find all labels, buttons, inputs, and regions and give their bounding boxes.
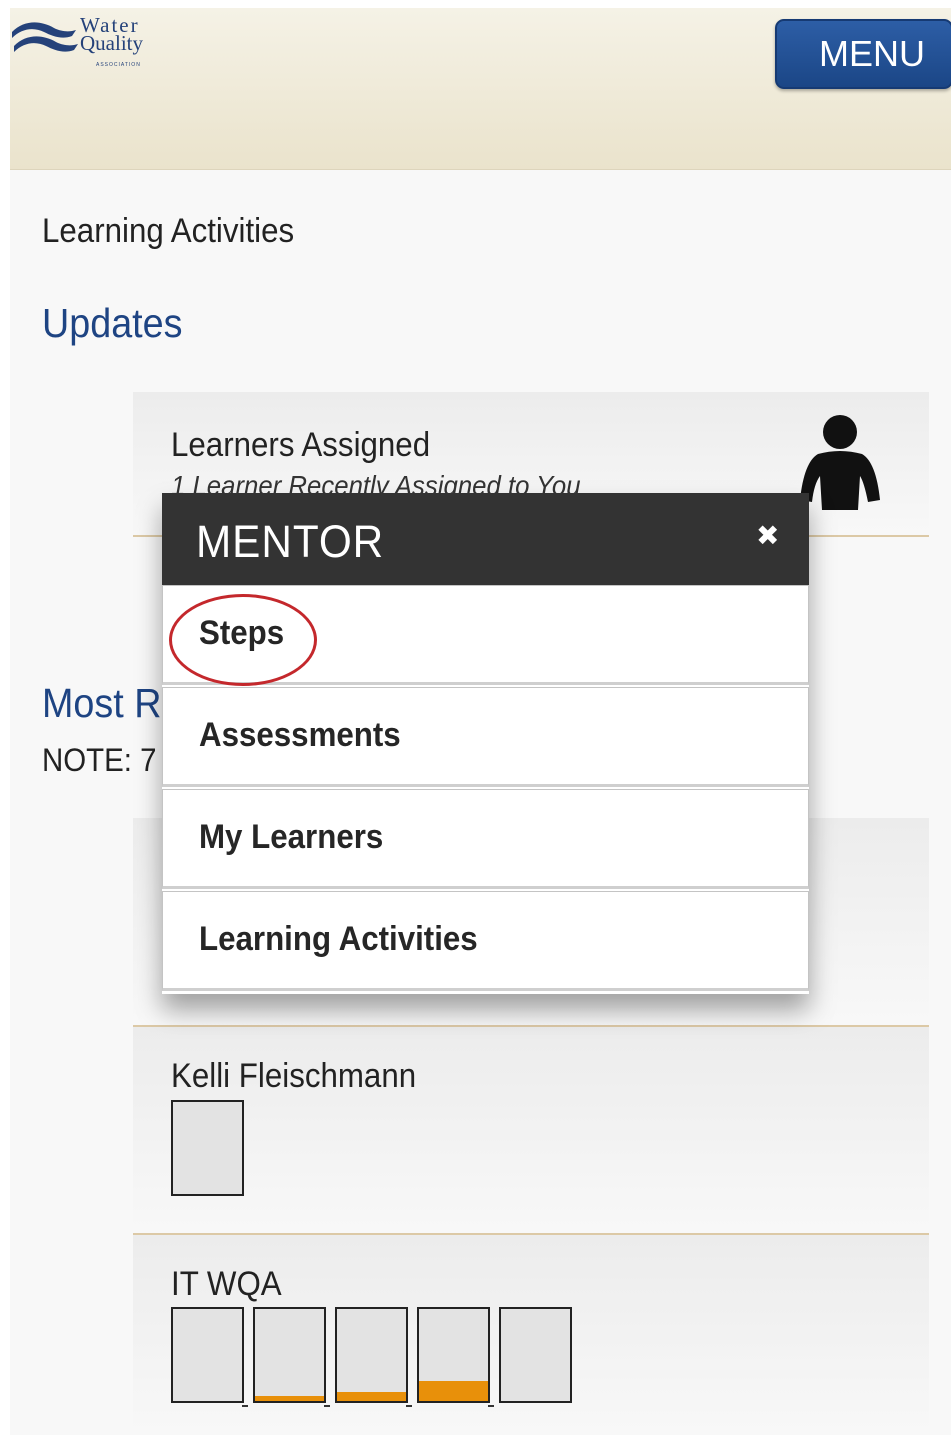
- most-recent-note: NOTE: 7: [42, 742, 157, 778]
- logo[interactable]: Water Quality ASSOCIATION: [10, 14, 160, 69]
- mentor-modal: MENTOR ✖ Steps Assessments My Learners L…: [162, 493, 809, 994]
- learner-name: Kelli Fleischmann: [171, 1057, 417, 1095]
- header: Water Quality ASSOCIATION MENU: [10, 8, 951, 170]
- learner-card[interactable]: Kelli Fleischmann: [133, 1027, 929, 1235]
- step-progress-fill: [419, 1380, 488, 1401]
- step-progress-box[interactable]: [171, 1100, 244, 1196]
- modal-title: MENTOR: [196, 516, 385, 567]
- menu-item-label: Learning Activities: [199, 920, 478, 958]
- logo-line-2: Quality: [80, 31, 143, 55]
- page-title: Learning Activities: [42, 212, 295, 250]
- close-icon[interactable]: ✖: [756, 521, 779, 551]
- logo-wordmark: Water Quality ASSOCIATION: [80, 15, 143, 69]
- person-icon: [800, 415, 880, 510]
- learner-card[interactable]: IT WQA: [133, 1235, 929, 1435]
- menu-item-learning-activities[interactable]: Learning Activities: [162, 891, 809, 991]
- menu-item-assessments[interactable]: Assessments: [162, 687, 809, 787]
- step-progress-box[interactable]: [417, 1307, 494, 1407]
- modal-header: MENTOR ✖: [162, 493, 809, 585]
- page: Water Quality ASSOCIATION MENU Learning …: [10, 8, 951, 1435]
- menu-button[interactable]: MENU: [775, 19, 951, 89]
- menu-item-my-learners[interactable]: My Learners: [162, 789, 809, 889]
- menu-item-label: Assessments: [199, 716, 401, 754]
- learner-steps: [171, 1100, 244, 1196]
- step-progress-box[interactable]: [335, 1307, 412, 1407]
- updates-heading: Updates: [42, 300, 183, 346]
- step-connector: [488, 1405, 494, 1407]
- learner-steps: [171, 1307, 572, 1407]
- learner-name: IT WQA: [171, 1265, 282, 1303]
- step-connector: [324, 1405, 330, 1407]
- step-progress-box[interactable]: [499, 1307, 572, 1403]
- learners-assigned-title: Learners Assigned: [171, 426, 431, 464]
- step-progress-fill: [337, 1391, 406, 1401]
- logo-line-3: ASSOCIATION: [96, 62, 141, 68]
- step-progress-fill: [255, 1396, 324, 1401]
- logo-waves-icon: [12, 22, 78, 52]
- step-connector: [406, 1405, 412, 1407]
- menu-item-label: Steps: [199, 614, 285, 652]
- step-connector: [242, 1405, 248, 1407]
- menu-item-steps[interactable]: Steps: [162, 585, 809, 686]
- menu-item-label: My Learners: [199, 818, 384, 856]
- step-progress-box[interactable]: [171, 1307, 248, 1407]
- step-progress-box[interactable]: [253, 1307, 330, 1407]
